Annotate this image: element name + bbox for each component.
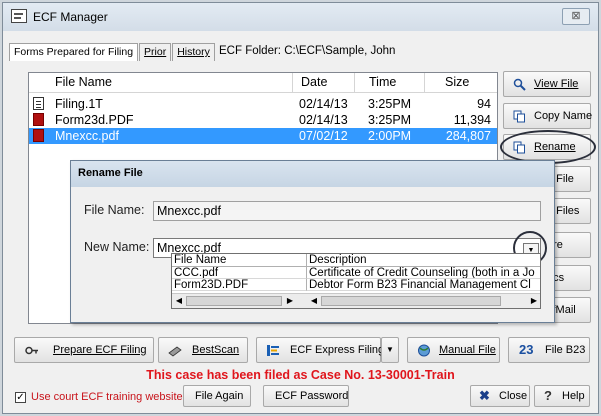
bestscan-label: BestScan: [192, 344, 240, 356]
tab-forms-prepared[interactable]: Forms Prepared for Filing: [9, 43, 139, 61]
file-b23-button[interactable]: 23 File B23: [508, 337, 590, 363]
pdf-file-icon: [33, 129, 44, 142]
file-again-label: File Again: [195, 390, 244, 402]
file-again-button[interactable]: File Again: [183, 385, 251, 407]
scroll-left-arrow-icon[interactable]: ◀: [308, 295, 320, 307]
ecf-folder-label: ECF Folder:: [219, 45, 281, 57]
app-icon: [11, 9, 27, 23]
description-column-scrollbar[interactable]: ◀ ▶: [307, 293, 540, 308]
tab-prior[interactable]: Prior: [139, 43, 172, 61]
express-filing-dropdown-button[interactable]: ▼: [381, 337, 399, 363]
column-size[interactable]: Size: [425, 73, 497, 93]
help-question-icon: ?: [544, 388, 552, 403]
text-file-icon: [33, 97, 44, 110]
dropdown-column-description: Description: [307, 254, 540, 267]
manual-file-label: Manual File: [439, 344, 496, 356]
file-row[interactable]: Filing.1T 02/14/13 3:25PM 94: [29, 96, 497, 112]
globe-icon: [418, 344, 430, 357]
ecf-manager-window: ECF Manager ⊠ Forms Prepared for Filing …: [2, 2, 599, 414]
copy-name-label: Copy Name: [534, 110, 593, 122]
scroll-thumb[interactable]: [321, 296, 501, 306]
column-file-name[interactable]: File Name: [29, 73, 293, 93]
dropdown-item-name[interactable]: Form23D.PDF: [172, 279, 307, 291]
b23-icon: 23: [519, 342, 534, 357]
tab-history[interactable]: History: [172, 43, 215, 61]
scroll-right-arrow-icon[interactable]: ▶: [284, 295, 296, 307]
new-name-label: New Name:: [84, 240, 150, 254]
help-button[interactable]: ? Help: [534, 385, 590, 407]
file-name-label: File Name:: [84, 203, 145, 217]
file-date: 07/02/12: [299, 129, 348, 143]
window-title: ECF Manager: [33, 10, 108, 24]
rename-highlight-circle: [500, 130, 596, 164]
file-date: 02/14/13: [299, 97, 348, 111]
training-website-label[interactable]: Use court ECF training website: [31, 391, 183, 403]
express-filing-icon: [267, 345, 279, 356]
dropdown-item-description[interactable]: Debtor Form B23 Financial Management Cl: [307, 279, 540, 291]
tab-label: Forms Prepared for Filing: [14, 46, 134, 58]
file-size: 94: [477, 97, 491, 111]
view-file-icon: [513, 78, 526, 91]
training-website-checkbox[interactable]: ✓: [15, 392, 26, 403]
file-row[interactable]: Form23d.PDF 02/14/13 3:25PM 11,394: [29, 112, 497, 128]
close-label: Close: [499, 390, 528, 402]
new-name-dropdown-list[interactable]: File Name Description CCC.pdf Certificat…: [171, 253, 541, 309]
file-name: Filing.1T: [55, 97, 103, 111]
view-file-label: View File: [534, 78, 579, 90]
ecf-folder: ECF Folder: C:\ECF\Sample, John: [219, 45, 395, 57]
ecf-password-label: ECF Password: [275, 390, 349, 402]
manual-file-button[interactable]: Manual File: [407, 337, 500, 363]
file-name: Mnexcc.pdf: [55, 129, 119, 143]
dropdown-item-name[interactable]: CCC.pdf: [172, 267, 307, 279]
window-close-button[interactable]: ⊠: [562, 8, 590, 25]
case-filed-status: This case has been filed as Case No. 13-…: [146, 368, 455, 382]
prepare-ecf-filing-button[interactable]: Prepare ECF Filing: [14, 337, 154, 363]
dropdown-column-file-name: File Name: [172, 254, 307, 267]
key-icon: [25, 346, 38, 355]
view-file-button[interactable]: View File: [503, 71, 591, 97]
ecf-folder-path: C:\ECF\Sample, John: [284, 45, 396, 57]
ecf-password-button[interactable]: ECF Password: [263, 385, 349, 407]
column-date[interactable]: Date: [293, 73, 355, 93]
copy-name-icon: [513, 110, 525, 123]
prepare-ecf-filing-label: Prepare ECF Filing: [53, 344, 147, 356]
name-column-scrollbar[interactable]: ◀ ▶: [172, 293, 307, 308]
file-time: 2:00PM: [368, 129, 412, 143]
file-b23-label: File B23: [545, 344, 586, 356]
dropdown-item-description[interactable]: Certificate of Credit Counseling (both i…: [307, 267, 540, 279]
ecf-express-filing-button[interactable]: ECF Express Filing: [256, 337, 385, 363]
dialog-title: Rename File: [71, 161, 554, 187]
close-button[interactable]: ✖ Close: [470, 385, 530, 407]
file-row-selected[interactable]: Mnexcc.pdf 07/02/12 2:00PM 284,807: [29, 128, 497, 144]
rename-file-dialog: Rename File File Name: Mnexcc.pdf New Na…: [70, 160, 555, 323]
bestscan-button[interactable]: BestScan: [158, 337, 248, 363]
scroll-thumb[interactable]: [186, 296, 282, 306]
copy-name-button[interactable]: Copy Name: [503, 103, 593, 129]
file-name: Form23d.PDF: [55, 113, 134, 127]
pdf-file-icon: [33, 113, 44, 126]
scroll-left-arrow-icon[interactable]: ◀: [173, 295, 185, 307]
help-label: Help: [562, 390, 585, 402]
column-time[interactable]: Time: [355, 73, 425, 93]
scanner-icon: [168, 346, 182, 357]
file-size: 11,394: [453, 113, 491, 127]
tab-label: Prior: [144, 46, 167, 58]
file-time: 3:25PM: [368, 97, 412, 111]
file-name-field: Mnexcc.pdf: [153, 201, 541, 221]
file-list-header: File Name Date Time Size: [29, 73, 497, 93]
close-x-icon: ✖: [479, 388, 490, 403]
file-date: 02/14/13: [299, 113, 348, 127]
title-bar: ECF Manager ⊠: [3, 3, 598, 31]
file-time: 3:25PM: [368, 113, 412, 127]
scroll-right-arrow-icon[interactable]: ▶: [528, 295, 540, 307]
ecf-express-filing-label: ECF Express Filing: [290, 344, 385, 356]
tab-strip: Forms Prepared for Filing Prior History: [9, 43, 216, 61]
tab-label: History: [177, 46, 210, 58]
file-size: 284,807: [445, 129, 491, 143]
